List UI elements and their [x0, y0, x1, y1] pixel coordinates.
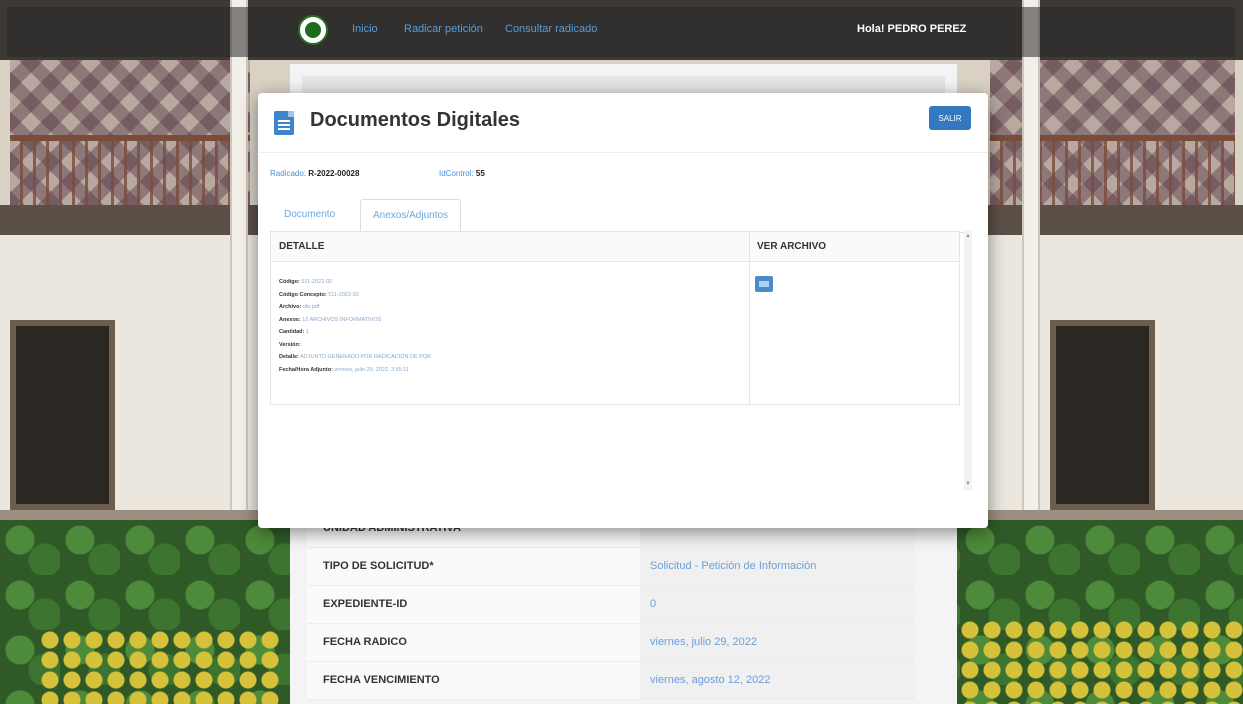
scroll-up-arrow-icon[interactable]: ▲ [964, 233, 972, 241]
detail-label: Detalle: [279, 354, 299, 360]
detail-line: Anexos: 12 ARCHIVOS INFORMATIVOS [279, 314, 739, 327]
radicado-value: R-2022-00028 [308, 169, 360, 178]
top-navbar [7, 7, 1235, 57]
idcontrol-info: IdControl: 55 [439, 169, 485, 178]
detail-line: Versión: [279, 339, 739, 352]
attachments-grid: DETALLE VER ARCHIVO Código: 511-2022-02 … [270, 231, 960, 405]
row-value: 0 [640, 586, 915, 623]
attachment-detail: Código: 511-2022-02 Código Concepto: 511… [279, 276, 739, 376]
modal-scrollbar[interactable]: ▲ ▼ [964, 231, 972, 491]
row-value: Solicitud - Petición de Información [640, 548, 915, 585]
modal-tabs: Documento Anexos/Adjuntos [270, 199, 970, 234]
table-row: EXPEDIENTE-ID 0 [307, 586, 915, 624]
left-door [10, 320, 115, 510]
left-flowers [40, 630, 280, 704]
nav-link-inicio[interactable]: Inicio [352, 23, 378, 35]
detail-value: 511-2022-02 [301, 279, 333, 285]
detail-label: Archivo: [279, 304, 302, 310]
left-railing [10, 135, 250, 205]
tab-anexos-adjuntos[interactable]: Anexos/Adjuntos [360, 199, 462, 234]
nav-link-radicar[interactable]: Radicar petición [404, 23, 483, 35]
modal-header: Documentos Digitales SALIR [258, 93, 988, 153]
nav-link-consultar[interactable]: Consultar radicado [505, 23, 597, 35]
row-value: viernes, julio 29, 2022 [640, 624, 915, 661]
row-label: FECHA RADICO [307, 624, 640, 661]
tab-documento[interactable]: Documento [276, 209, 343, 220]
detail-value: viernes, julio 29, 2022, 3:55:11 [334, 366, 409, 373]
detail-label: Cantidad: [279, 329, 305, 335]
detail-label: Anexos: [279, 316, 301, 323]
document-icon [274, 111, 294, 135]
detail-line: Archivo: ofs.pdf [279, 301, 739, 314]
detail-line: Cantidad: 1 [279, 326, 739, 339]
right-door [1050, 320, 1155, 510]
right-column [1022, 0, 1040, 520]
detail-value: ofs.pdf [302, 304, 320, 310]
modal-title: Documentos Digitales [310, 109, 521, 131]
detail-label: Código: [279, 279, 300, 285]
radicado-info: Radicado: R-2022-00028 [270, 169, 359, 178]
detail-line: Fecha/Hora Adjunto: viernes, julio 29, 2… [279, 364, 739, 377]
detail-value: 12 ARCHIVOS INFORMATIVOS [302, 316, 382, 323]
detail-line: Código: 511-2022-02 [279, 276, 739, 289]
table-row: TIPO DE SOLICITUD* Solicitud - Petición … [307, 548, 915, 586]
detail-label: Fecha/Hora Adjunto: [279, 366, 333, 373]
image-file-icon[interactable] [755, 276, 773, 292]
detail-value: 511-2022-02 [328, 291, 359, 298]
row-label: FECHA VENCIMIENTO [307, 662, 640, 699]
row-label: EXPEDIENTE-ID [307, 586, 640, 623]
detail-line: Detalle: ADJUNTO GENERADO POR RADICACIÓN… [279, 351, 739, 364]
detail-label: Código Concepto: [279, 291, 327, 298]
salir-button[interactable]: SALIR [929, 106, 971, 130]
table-row: FECHA RADICO viernes, julio 29, 2022 [307, 624, 915, 662]
grid-divider [749, 232, 750, 404]
detail-label: Versión: [279, 341, 301, 348]
idcontrol-value: 55 [475, 169, 485, 178]
table-row: FECHA VENCIMIENTO viernes, agosto 12, 20… [307, 662, 915, 700]
right-flowers [960, 620, 1243, 704]
idcontrol-label: IdControl: [439, 169, 474, 178]
detail-value: 1 [305, 329, 309, 335]
request-info-table: UNIDAD ADMINISTRATIVA TIPO DE SOLICITUD*… [307, 510, 915, 700]
detail-line: Código Concepto: 511-2022-02 [279, 289, 739, 302]
ver-archivo-header: VER ARCHIVO [757, 241, 827, 252]
logo-icon[interactable] [298, 15, 328, 45]
radicado-label: Radicado: [270, 169, 307, 178]
left-column [230, 0, 248, 520]
row-label: TIPO DE SOLICITUD* [307, 548, 640, 585]
grid-header: DETALLE VER ARCHIVO [271, 232, 959, 262]
detail-value: ADJUNTO GENERADO POR RADICACIÓN DE PQR [300, 354, 432, 360]
scroll-down-arrow-icon[interactable]: ▼ [964, 481, 972, 489]
detalle-header: DETALLE [279, 241, 325, 252]
documents-modal: Documentos Digitales SALIR Radicado: R-2… [258, 93, 988, 528]
row-value: viernes, agosto 12, 2022 [640, 662, 915, 699]
user-greeting: Hola! PEDRO PEREZ [857, 23, 967, 35]
